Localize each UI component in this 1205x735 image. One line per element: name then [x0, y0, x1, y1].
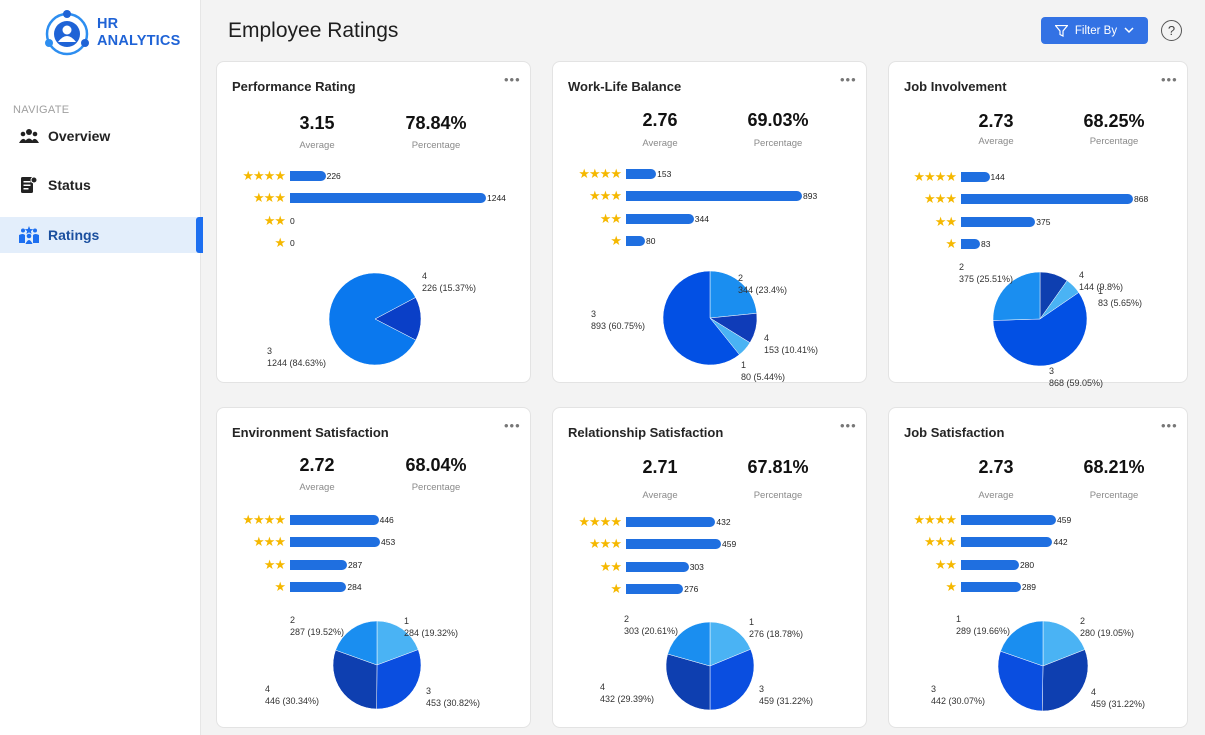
logo-text: HR ANALYTICS — [97, 16, 180, 50]
filter-icon — [1054, 24, 1068, 37]
sidebar: HR ANALYTICS NAVIGATE Overview Status Ra… — [0, 0, 203, 735]
pie-slice-label: 2 375 (25.51%) — [959, 261, 1013, 285]
pie-slice-value: 287 (19.52%) — [290, 627, 345, 637]
document-icon — [21, 176, 38, 193]
pie-slice-value: 459 (31.22%) — [1091, 699, 1146, 709]
page-title: Employee Ratings — [228, 19, 399, 42]
pie-slice-value: 226 (15.37%) — [422, 283, 477, 293]
pie-slice-rating: 1 — [1098, 286, 1104, 296]
pie-slice-rating: 2 — [1080, 616, 1086, 626]
pie-slice-value: 80 (5.44%) — [741, 372, 786, 382]
pie-chart — [992, 271, 1088, 367]
pie-slice-label: 1 289 (19.66%) — [956, 613, 1010, 637]
pie-slice-value: 432 (29.39%) — [600, 694, 655, 704]
nav-caption: NAVIGATE — [13, 104, 70, 116]
pie-slice-value: 893 (60.75%) — [591, 321, 646, 331]
pie-slice-rating: 4 — [422, 271, 428, 281]
pie-slice-label: 4 446 (30.34%) — [265, 683, 319, 707]
pie-slice-label: 2 303 (20.61%) — [624, 613, 678, 637]
pie-slice-rating: 4 — [764, 333, 770, 343]
pie-slice-value: 459 (31.22%) — [759, 696, 814, 706]
pie-slice-rating: 2 — [738, 273, 744, 283]
pie-slice-label: 4 153 (10.41%) — [764, 332, 818, 356]
pie-slice-rating: 3 — [591, 309, 597, 319]
sidebar-item-label: Ratings — [48, 227, 100, 243]
pie-slice-rating: 1 — [404, 616, 410, 626]
pie-chart — [332, 620, 422, 710]
pie-slice-rating: 3 — [1049, 366, 1055, 376]
help-button[interactable]: ? — [1161, 20, 1182, 41]
pie-chart — [328, 272, 422, 366]
pie-slice-rating: 2 — [959, 262, 965, 272]
pie-slice-label: 1 276 (18.78%) — [749, 616, 803, 640]
pie-slice-rating: 4 — [1079, 270, 1085, 280]
pie-slice-label: 3 442 (30.07%) — [931, 683, 985, 707]
pie-slice-value: 1244 (84.63%) — [267, 358, 327, 368]
pie-slice-rating: 4 — [1091, 687, 1097, 697]
sidebar-item-label: Status — [48, 177, 91, 193]
pie-slice-rating: 3 — [267, 346, 273, 356]
pie-slice-value: 153 (10.41%) — [764, 345, 819, 355]
pie-slice-value: 83 (5.65%) — [1098, 298, 1143, 308]
sidebar-item-label: Overview — [48, 128, 111, 144]
pie-slice-label: 3 459 (31.22%) — [759, 683, 813, 707]
rating-card: Performance Rating ••• 3.15 Average 78.84% Pe… — [216, 61, 531, 383]
pie-slice-rating: 3 — [426, 686, 432, 696]
pie-slice-rating: 2 — [290, 615, 296, 625]
pie-slice-rating: 1 — [956, 614, 962, 624]
pie-slice-label: 4 432 (29.39%) — [600, 681, 654, 705]
chevron-down-icon — [1124, 27, 1134, 34]
logo-line1: HR — [97, 16, 119, 32]
pie-slice-rating: 1 — [749, 617, 755, 627]
rating-card: Job Involvement ••• 2.73 Average 68.25% Perce… — [888, 61, 1188, 388]
filter-button-label: Filter By — [1074, 24, 1118, 37]
pie-slice-rating: 2 — [624, 614, 630, 624]
pie-slice-value: 303 (20.61%) — [624, 626, 679, 636]
pie-slice-value: 868 (59.05%) — [1049, 378, 1104, 388]
logo[interactable]: HR ANALYTICS — [43, 8, 180, 58]
sidebar-item-ratings[interactable]: Ratings — [0, 217, 203, 253]
pie-slice-rating: 4 — [600, 682, 606, 692]
pie-slice-label: 3 453 (30.82%) — [426, 685, 480, 709]
pie-slice-value: 284 (19.32%) — [404, 628, 459, 638]
pie-slice-rating: 3 — [931, 684, 937, 694]
filter-button[interactable]: Filter By — [1041, 17, 1148, 44]
pie-slice-value: 375 (25.51%) — [959, 274, 1014, 284]
sidebar-item-status[interactable]: Status — [0, 167, 203, 203]
sidebar-item-overview[interactable]: Overview — [0, 118, 203, 154]
pie-slice-label: 2 287 (19.52%) — [290, 614, 344, 638]
pie-slice-label: 1 83 (5.65%) — [1098, 285, 1142, 309]
pie-slice-value: 289 (19.66%) — [956, 626, 1011, 636]
pie-slice-label: 3 893 (60.75%) — [591, 308, 645, 332]
pie-slice-value: 442 (30.07%) — [931, 696, 986, 706]
users-icon — [19, 129, 39, 143]
pie-slice-value: 280 (19.05%) — [1080, 628, 1135, 638]
rating-card: Relationship Satisfaction ••• 2.71 Average 6… — [552, 407, 867, 728]
team-star-icon — [19, 226, 39, 244]
pie-slice-label: 2 344 (23.4%) — [738, 272, 787, 296]
pie-slice-value: 344 (23.4%) — [738, 285, 788, 295]
pie-chart — [997, 620, 1089, 712]
pie-slice-rating: 3 — [759, 684, 765, 694]
pie-slice-rating: 4 — [265, 684, 271, 694]
rating-card: Environment Satisfaction ••• 2.72 Average 68… — [216, 407, 531, 728]
rating-card: Job Satisfaction ••• 2.73 Average 68.21% Perc… — [888, 407, 1188, 728]
rating-card: Work-Life Balance ••• 2.76 Average 69.03% Per… — [552, 61, 867, 383]
hr-analytics-logo-icon — [45, 10, 89, 56]
pie-slice-value: 446 (30.34%) — [265, 696, 320, 706]
pie-chart — [662, 270, 758, 366]
logo-line2: ANALYTICS — [97, 33, 181, 49]
pie-slice-label: 4 459 (31.22%) — [1091, 686, 1145, 710]
pie-slice-label: 2 280 (19.05%) — [1080, 615, 1134, 639]
pie-slice-label: 3 868 (59.05%) — [1049, 365, 1103, 389]
pie-slice-rating: 1 — [741, 360, 747, 370]
pie-slice-label: 4 226 (15.37%) — [422, 270, 476, 294]
pie-slice-label: 1 80 (5.44%) — [741, 359, 785, 383]
pie-slice-value: 453 (30.82%) — [426, 698, 481, 708]
pie-slice-label: 3 1244 (84.63%) — [267, 345, 326, 369]
pie-slice-label: 1 284 (19.32%) — [404, 615, 458, 639]
pie-slice-value: 276 (18.78%) — [749, 629, 804, 639]
